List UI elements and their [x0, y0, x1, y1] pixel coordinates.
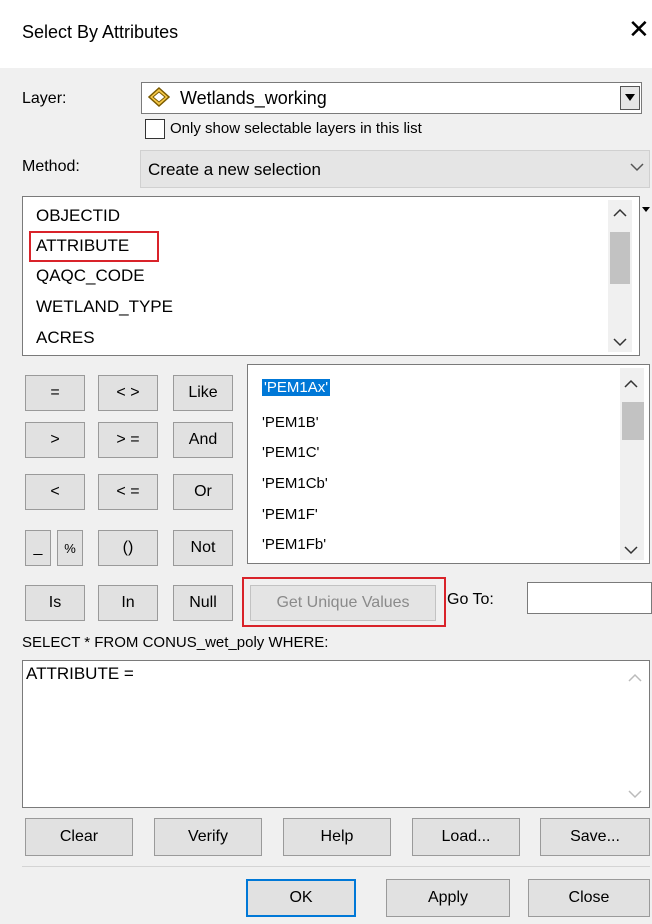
query-header: SELECT * FROM CONUS_wet_poly WHERE: [22, 634, 329, 651]
chevron-down-icon[interactable] [624, 542, 638, 560]
ok-button[interactable]: OK [246, 879, 356, 917]
is-button[interactable]: Is [25, 585, 85, 621]
help-button[interactable]: Help [283, 818, 391, 856]
layer-icon [147, 86, 171, 108]
not-equals-button[interactable]: < > [98, 375, 158, 411]
field-highlight-box [29, 231, 159, 262]
less-equal-button[interactable]: < = [98, 474, 158, 510]
layer-label: Layer: [22, 90, 67, 107]
scroll-thumb[interactable] [610, 232, 630, 284]
field-item[interactable]: WETLAND_TYPE [36, 297, 173, 317]
only-selectable-checkbox[interactable] [145, 119, 165, 139]
or-button[interactable]: Or [173, 474, 233, 510]
field-item[interactable]: ACRES [36, 328, 95, 348]
only-selectable-label: Only show selectable layers in this list [170, 120, 422, 137]
greater-than-button[interactable]: > [25, 422, 85, 458]
unique-values-highlight-box [242, 577, 446, 627]
equals-button[interactable]: = [25, 375, 85, 411]
value-item[interactable]: 'PEM1C' [262, 444, 319, 461]
method-label: Method: [22, 158, 80, 175]
chevron-down-icon[interactable] [628, 786, 642, 804]
goto-label: Go To: [447, 591, 494, 608]
chevron-down-icon[interactable] [613, 334, 627, 352]
like-button[interactable]: Like [173, 375, 233, 411]
and-button[interactable]: And [173, 422, 233, 458]
value-item-selected[interactable]: 'PEM1Ax' [262, 379, 331, 396]
close-button[interactable]: Close [528, 879, 650, 917]
save-button[interactable]: Save... [540, 818, 650, 856]
triangle-down-icon [625, 94, 635, 101]
layer-value: Wetlands_working [180, 88, 327, 108]
chevron-up-icon[interactable] [613, 205, 627, 223]
value-item[interactable]: 'PEM1Fb' [262, 536, 326, 553]
value-item[interactable]: 'PEM1B' [262, 414, 319, 431]
selected-value-label: 'PEM1Ax' [262, 379, 331, 396]
field-item[interactable]: QAQC_CODE [36, 266, 145, 286]
divider [22, 866, 650, 867]
null-button[interactable]: Null [173, 585, 233, 621]
apply-button[interactable]: Apply [386, 879, 510, 917]
dialog-title: Select By Attributes [22, 22, 179, 42]
verify-button[interactable]: Verify [154, 818, 262, 856]
scroll-thumb[interactable] [622, 402, 644, 440]
not-button[interactable]: Not [173, 530, 233, 566]
triangle-down-icon [642, 200, 650, 218]
expression-text: ATTRIBUTE = [26, 664, 134, 683]
parentheses-button[interactable]: () [98, 530, 158, 566]
clear-button[interactable]: Clear [25, 818, 133, 856]
chevron-up-icon[interactable] [624, 376, 638, 394]
chevron-up-icon[interactable] [628, 670, 642, 688]
underscore-wildcard-button[interactable]: _ [25, 530, 51, 566]
layer-dropdown-button[interactable] [620, 86, 640, 110]
greater-equal-button[interactable]: > = [98, 422, 158, 458]
load-button[interactable]: Load... [412, 818, 520, 856]
close-icon[interactable]: ✕ [628, 16, 650, 44]
value-item[interactable]: 'PEM1F' [262, 506, 318, 523]
chevron-down-icon[interactable] [630, 156, 644, 177]
in-button[interactable]: In [98, 585, 158, 621]
less-than-button[interactable]: < [25, 474, 85, 510]
method-value: Create a new selection [148, 160, 321, 179]
value-item[interactable]: 'PEM1Cb' [262, 475, 328, 492]
field-item[interactable]: OBJECTID [36, 206, 120, 226]
values-scrollbar[interactable] [620, 368, 644, 560]
percent-wildcard-button[interactable]: % [57, 530, 83, 566]
goto-input[interactable] [527, 582, 652, 614]
